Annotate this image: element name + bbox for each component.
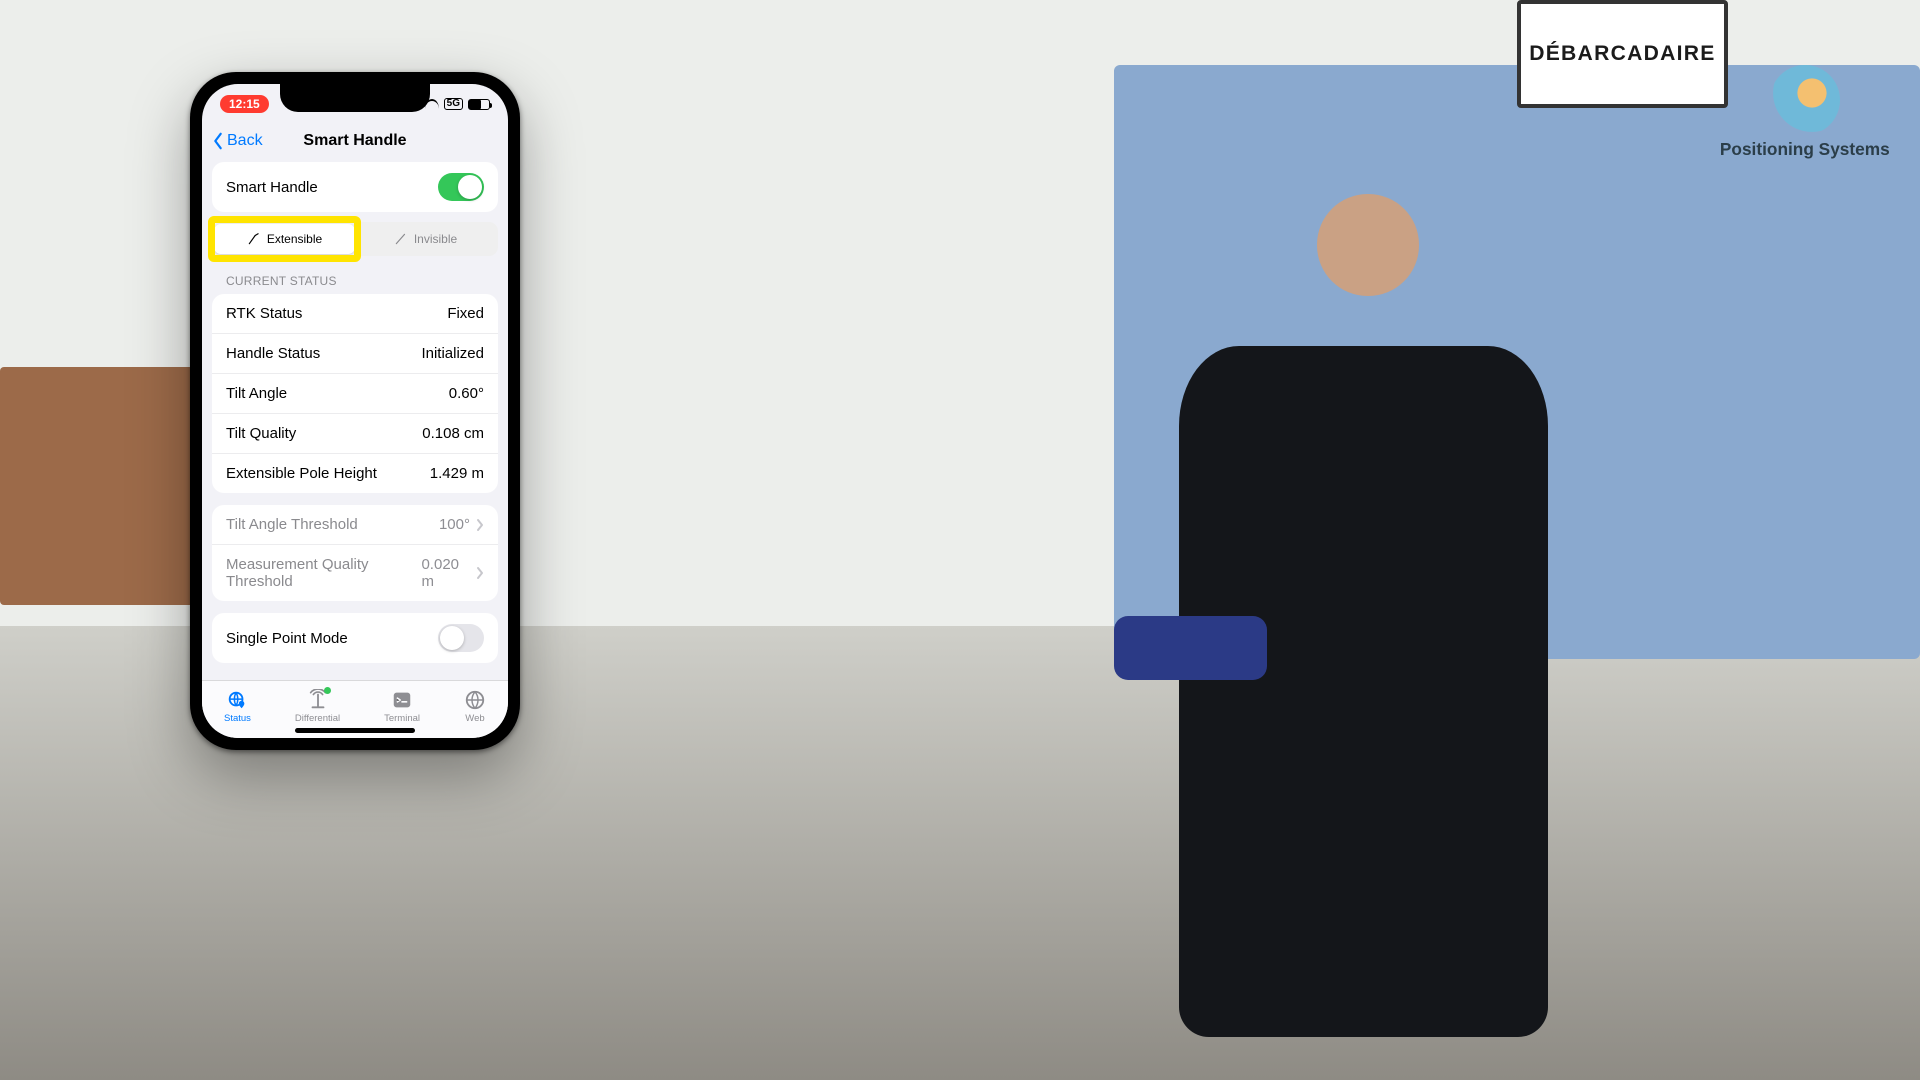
smart-handle-switch[interactable] [438,173,484,201]
handheld-device [1114,616,1268,681]
handle-mode-segmented[interactable]: Extensible Invisible [212,222,498,256]
chevron-right-icon [476,566,484,580]
tilt-threshold-value: 100° [439,516,470,533]
smart-handle-toggle-card: Smart Handle [212,162,498,212]
smart-handle-label: Smart Handle [226,179,318,196]
status-row-tilt-quality: Tilt Quality 0.108 cm [212,413,498,453]
single-point-card: Single Point Mode [212,613,498,663]
status-row-handle: Handle Status Initialized [212,333,498,373]
chevron-right-icon [476,518,484,532]
page-title: Smart Handle [303,132,406,150]
thresholds-card: Tilt Angle Threshold 100° Measurement Qu… [212,505,498,601]
rtk-status-value: Fixed [447,305,484,322]
single-point-switch[interactable] [438,624,484,652]
quality-threshold-value: 0.020 m [421,556,470,590]
tilt-threshold-row[interactable]: Tilt Angle Threshold 100° [212,505,498,544]
tab-web-label: Web [465,713,484,724]
statusbar-time: 12:15 [220,95,269,113]
segment-extensible[interactable]: Extensible [214,224,355,254]
tab-terminal[interactable]: Terminal [384,689,420,724]
statusbar-network: 5G [444,98,463,110]
phone-frame: 12:15 SOS 5G Back Smart Handle [190,72,520,750]
web-icon [464,689,486,711]
tab-terminal-label: Terminal [384,713,420,724]
back-button[interactable]: Back [212,120,263,162]
globe-pin-icon [226,689,248,711]
quality-threshold-row[interactable]: Measurement Quality Threshold 0.020 m [212,544,498,601]
status-row-tilt-angle: Tilt Angle 0.60° [212,373,498,413]
single-point-label: Single Point Mode [226,630,348,647]
handle-status-value: Initialized [421,345,484,362]
tilt-angle-value: 0.60° [449,385,484,402]
current-status-card: RTK Status Fixed Handle Status Initializ… [212,294,498,493]
tilt-quality-value: 0.108 cm [422,425,484,442]
current-status-header: CURRENT STATUS [212,260,498,294]
navbar: Back Smart Handle [202,120,508,162]
status-dot [324,687,331,694]
chevron-left-icon [212,132,224,150]
pole-height-value: 1.429 m [430,465,484,482]
tabbar: Status Differential Terminal [202,680,508,738]
brand-logo: Positioning Systems [1718,65,1891,160]
segment-extensible-label: Extensible [267,232,322,246]
tab-status-label: Status [224,713,251,724]
back-label: Back [227,132,263,150]
tab-web[interactable]: Web [464,689,486,724]
segment-invisible[interactable]: Invisible [355,224,496,254]
street-sign: DÉBARCADAIRE [1517,0,1728,108]
terminal-icon [391,689,413,711]
tab-differential-label: Differential [295,713,340,724]
status-row-rtk: RTK Status Fixed [212,294,498,333]
status-row-pole-height: Extensible Pole Height 1.429 m [212,453,498,493]
phone-notch [280,84,430,112]
home-indicator[interactable] [295,728,415,733]
pole-invisible-icon [394,232,408,246]
segment-invisible-label: Invisible [414,232,457,246]
tab-status[interactable]: Status [224,689,251,724]
phone-screen: 12:15 SOS 5G Back Smart Handle [202,84,508,738]
tab-differential[interactable]: Differential [295,689,340,724]
battery-icon [468,99,490,110]
pole-extensible-icon [247,232,261,246]
antenna-icon [307,689,329,711]
